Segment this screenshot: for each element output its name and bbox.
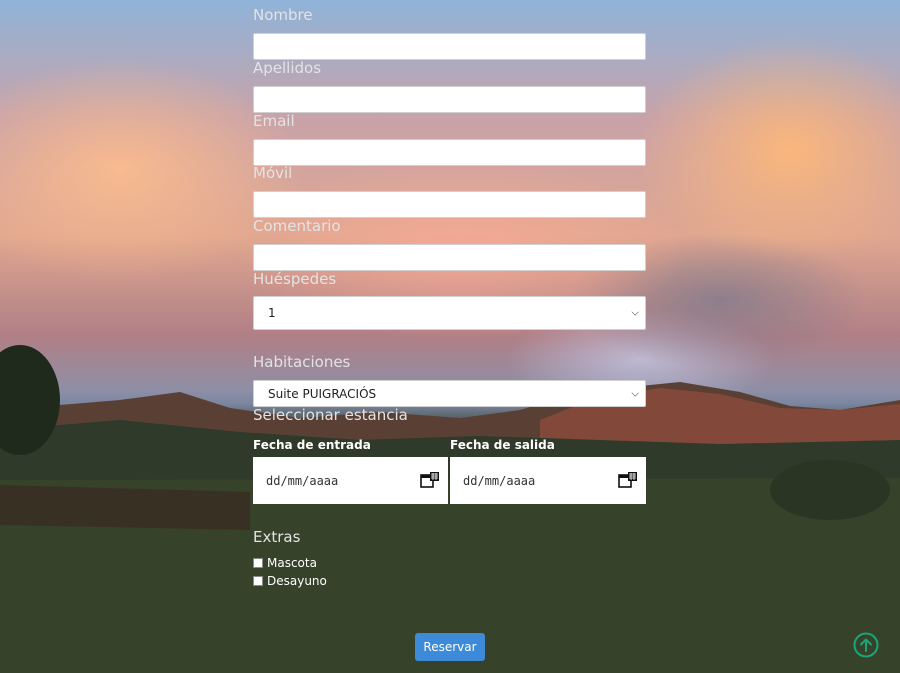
mascota-checkbox-row[interactable]: Mascota (253, 556, 317, 570)
extras-label: Extras (253, 528, 301, 546)
calendar-icon[interactable] (420, 471, 440, 489)
desayuno-checkbox[interactable] (253, 576, 263, 586)
fecha-entrada-input[interactable]: dd/mm/aaaa (253, 457, 448, 504)
estancia-label: Seleccionar estancia (253, 406, 408, 424)
comentario-label: Comentario (253, 217, 341, 235)
huespedes-value: 1 (268, 306, 276, 320)
reservar-button[interactable]: Reservar (415, 633, 485, 661)
calendar-icon[interactable] (618, 471, 638, 489)
nombre-input[interactable] (253, 33, 646, 60)
mascota-label: Mascota (267, 556, 317, 570)
apellidos-label: Apellidos (253, 59, 322, 77)
fecha-entrada-placeholder: dd/mm/aaaa (266, 473, 339, 488)
fecha-salida-placeholder: dd/mm/aaaa (463, 473, 536, 488)
desayuno-checkbox-row[interactable]: Desayuno (253, 574, 327, 588)
chevron-down-icon: ⌵ (631, 307, 639, 319)
mascota-checkbox[interactable] (253, 558, 263, 568)
nombre-label: Nombre (253, 6, 313, 24)
comentario-input[interactable] (253, 244, 646, 271)
email-input[interactable] (253, 139, 646, 166)
arrow-up-circle-icon[interactable] (853, 632, 879, 658)
huespedes-select[interactable]: 1 ⌵ (253, 296, 646, 330)
movil-input[interactable] (253, 191, 646, 218)
habitaciones-label: Habitaciones (253, 353, 351, 371)
fecha-entrada-label: Fecha de entrada (253, 438, 371, 452)
chevron-down-icon: ⌵ (631, 388, 639, 399)
apellidos-input[interactable] (253, 86, 646, 113)
habitaciones-select[interactable]: Suite PUIGRACIÓS ⌵ (253, 380, 646, 407)
habitaciones-value: Suite PUIGRACIÓS (268, 386, 377, 401)
huespedes-label: Huéspedes (253, 270, 337, 288)
email-label: Email (253, 112, 295, 130)
fecha-salida-input[interactable]: dd/mm/aaaa (450, 457, 646, 504)
fecha-salida-label: Fecha de salida (450, 438, 555, 452)
desayuno-label: Desayuno (267, 574, 327, 588)
movil-label: Móvil (253, 164, 293, 182)
